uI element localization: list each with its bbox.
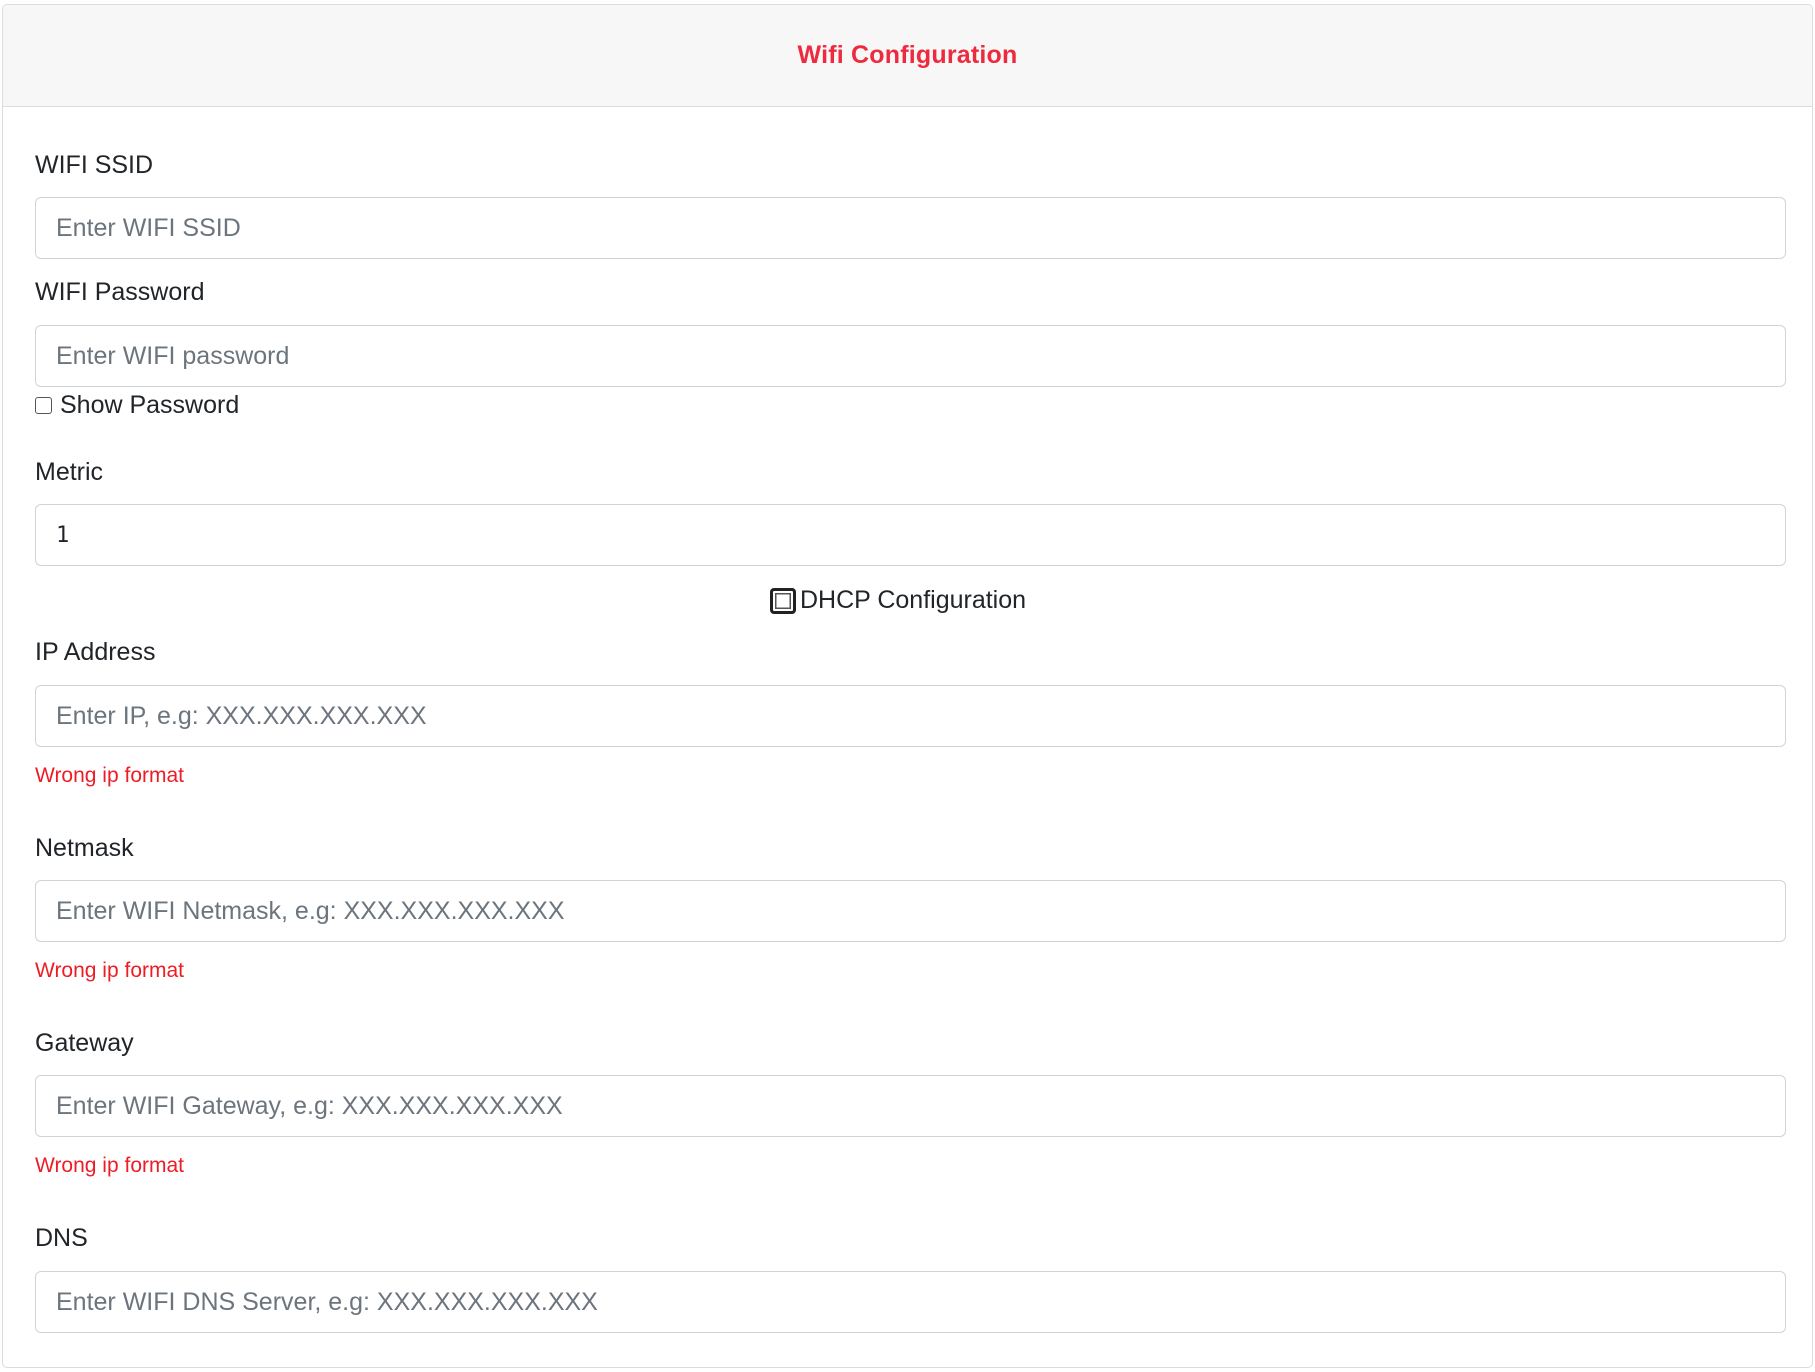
dhcp-label: DHCP Configuration <box>800 586 1027 614</box>
show-password-row[interactable]: Show Password <box>35 391 239 420</box>
show-password-label: Show Password <box>60 391 240 419</box>
dns-input[interactable] <box>35 1271 1786 1333</box>
netmask-label: Netmask <box>35 834 134 862</box>
ip-label: IP Address <box>35 638 156 666</box>
card-header: Wifi Configuration <box>3 5 1812 107</box>
gateway-error: Wrong ip format <box>35 1154 184 1177</box>
show-password-checkbox[interactable] <box>35 397 52 414</box>
dns-label: DNS <box>35 1224 88 1252</box>
netmask-error: Wrong ip format <box>35 959 184 982</box>
page-title: Wifi Configuration <box>797 41 1018 69</box>
ssid-label: WIFI SSID <box>35 151 154 179</box>
gateway-label: Gateway <box>35 1029 134 1057</box>
password-input[interactable] <box>35 325 1786 387</box>
ssid-input[interactable] <box>35 197 1786 259</box>
password-label: WIFI Password <box>35 278 205 306</box>
gateway-input[interactable] <box>35 1075 1786 1137</box>
netmask-input[interactable] <box>35 880 1786 942</box>
dhcp-checkbox[interactable] <box>770 587 796 614</box>
ip-input[interactable] <box>35 685 1786 747</box>
ip-error: Wrong ip format <box>35 764 184 787</box>
metric-label: Metric <box>35 458 104 486</box>
metric-input[interactable] <box>35 504 1786 566</box>
wifi-config-card: Wifi Configuration WIFI SSID WIFI Passwo… <box>2 4 1813 1368</box>
dhcp-row[interactable]: DHCP Configuration <box>770 586 1026 615</box>
